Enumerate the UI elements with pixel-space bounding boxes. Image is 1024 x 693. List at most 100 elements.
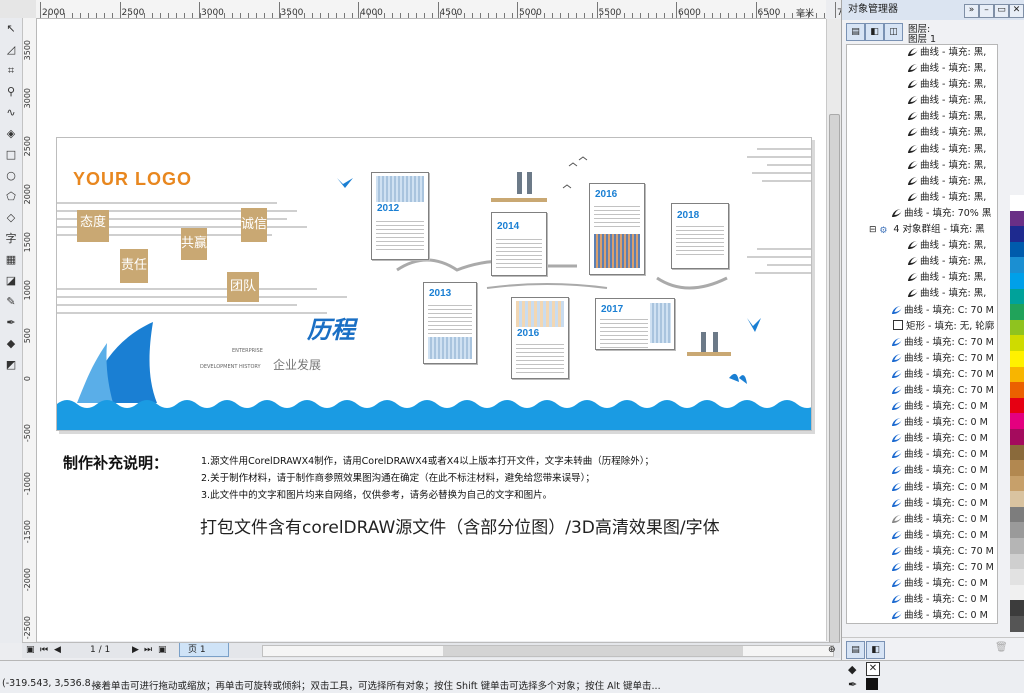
color-swatch[interactable]	[1010, 195, 1024, 211]
delete-icon[interactable]: 🗑	[995, 642, 1008, 653]
rectangle-tool-icon[interactable]: □	[3, 147, 19, 163]
color-swatch[interactable]	[1010, 475, 1024, 492]
color-swatch[interactable]	[1010, 522, 1024, 539]
color-swatch[interactable]	[1010, 444, 1024, 461]
pick-tool-icon[interactable]: ↖	[3, 21, 19, 37]
object-row[interactable]: 曲线 - 填充: 黑,	[847, 270, 997, 286]
object-row[interactable]: 曲线 - 填充: 黑,	[847, 174, 997, 190]
vertical-scrollbar[interactable]	[826, 19, 841, 646]
object-row[interactable]: 曲线 - 填充: C: 0 M	[847, 608, 997, 623]
eyedropper-tool-icon[interactable]: ✎	[3, 294, 19, 310]
first-page-button[interactable]: ⏮	[40, 643, 48, 658]
object-row[interactable]: 曲线 - 填充: 黑,	[847, 238, 997, 254]
object-row[interactable]: 曲线 - 填充: 黑,	[847, 61, 997, 77]
vertical-ruler[interactable]: 3500 3000 2500 2000 1500 1000 500 0 -500 -1000 -15…	[22, 18, 37, 643]
object-row[interactable]: 曲线 - 填充: C: 70 M	[847, 303, 997, 319]
object-row[interactable]: 曲线 - 填充: C: 0 M	[847, 512, 997, 528]
object-row[interactable]: 曲线 - 填充: C: 70 M	[847, 383, 997, 399]
color-swatch[interactable]	[1010, 584, 1024, 601]
object-row[interactable]: 曲线 - 填充: 黑,	[847, 125, 997, 141]
object-row[interactable]: 曲线 - 填充: 黑,	[847, 190, 997, 206]
color-swatch[interactable]	[1010, 397, 1024, 414]
color-swatch[interactable]	[1010, 538, 1024, 554]
object-row[interactable]: 曲线 - 填充: C: 70 M	[847, 351, 997, 367]
horizontal-scrollbar[interactable]	[262, 645, 834, 657]
color-swatch[interactable]	[1010, 616, 1024, 632]
color-swatch[interactable]	[1010, 553, 1024, 570]
object-row[interactable]: 曲线 - 填充: C: 70 M	[847, 544, 997, 560]
object-row[interactable]: 曲线 - 填充: 黑,	[847, 142, 997, 158]
object-row[interactable]: 曲线 - 填充: 黑,	[847, 158, 997, 174]
new-master-layer-icon[interactable]: ◧	[866, 641, 885, 659]
object-row[interactable]: 曲线 - 填充: 黑,	[847, 254, 997, 270]
new-layer-icon[interactable]: ▤	[846, 641, 865, 659]
horizontal-ruler[interactable]: 2000250030003500400045005000550060006500…	[36, 0, 860, 19]
polygon-tool-icon[interactable]: ⬠	[3, 189, 19, 205]
object-row[interactable]: 曲线 - 填充: C: 0 M	[847, 480, 997, 496]
object-row[interactable]: 曲线 - 填充: C: 0 M	[847, 431, 997, 447]
object-row[interactable]: 曲线 - 填充: 70% 黑	[847, 206, 997, 222]
color-swatch[interactable]	[1010, 491, 1024, 507]
color-swatch[interactable]	[1010, 366, 1024, 383]
color-swatch[interactable]	[1010, 319, 1024, 336]
docker-close-icon[interactable]: ✕	[1009, 4, 1024, 18]
object-row[interactable]: 曲线 - 填充: C: 70 M	[847, 335, 997, 351]
shape-tool-icon[interactable]: ◿	[3, 42, 19, 58]
outline-color-swatch[interactable]	[866, 678, 878, 690]
object-row[interactable]: 曲线 - 填充: 黑,	[847, 286, 997, 302]
outline-tool-icon[interactable]: ✒	[3, 315, 19, 331]
color-swatch[interactable]	[1010, 569, 1024, 585]
vertical-scroll-thumb[interactable]	[829, 114, 840, 646]
ruler-corner[interactable]	[0, 0, 36, 19]
page-tab[interactable]: 页 1	[179, 643, 229, 657]
color-swatch[interactable]	[1010, 226, 1024, 242]
table-tool-icon[interactable]: ▦	[3, 252, 19, 268]
layer-manager-icon[interactable]: ◫	[884, 23, 903, 41]
object-row[interactable]: 曲线 - 填充: C: 0 M	[847, 399, 997, 415]
object-row[interactable]: 曲线 - 填充: 黑,	[847, 109, 997, 125]
add-page-button[interactable]: ▣	[158, 643, 167, 658]
object-row[interactable]: 矩形 - 填充: 无, 轮廓	[847, 319, 997, 335]
color-swatch[interactable]	[1010, 335, 1024, 351]
object-row[interactable]: 曲线 - 填充: 黑,	[847, 45, 997, 61]
outline-indicator-icon[interactable]: ✒	[848, 678, 857, 691]
collapse-icon[interactable]: ⊟	[869, 225, 879, 235]
object-row[interactable]: 曲线 - 填充: C: 0 M	[847, 592, 997, 608]
color-swatch[interactable]	[1010, 382, 1024, 398]
object-row[interactable]: 曲线 - 填充: 黑,	[847, 93, 997, 109]
color-swatch[interactable]	[1010, 304, 1024, 320]
no-fill-swatch[interactable]: ✕	[866, 662, 880, 676]
show-properties-icon[interactable]: ▤	[846, 23, 865, 41]
object-list[interactable]: 曲线 - 填充: 黑, 曲线 - 填充: 黑, 曲线 - 填充: 黑, 曲线 - 填充…	[846, 44, 998, 624]
docker-restore-icon[interactable]: ▭	[994, 4, 1009, 18]
color-swatch[interactable]	[1010, 350, 1024, 367]
color-swatch[interactable]	[1010, 241, 1024, 258]
docker-expand-icon[interactable]: »	[964, 4, 979, 18]
zoom-icon[interactable]: ⊕	[828, 643, 836, 658]
docker-minimize-icon[interactable]: –	[979, 4, 994, 18]
text-tool-icon[interactable]: 字	[3, 231, 19, 247]
color-swatch[interactable]	[1010, 413, 1024, 429]
object-row[interactable]: 曲线 - 填充: C: 70 M	[847, 367, 997, 383]
object-row[interactable]: 曲线 - 填充: C: 0 M	[847, 576, 997, 592]
freehand-tool-icon[interactable]: ∿	[3, 105, 19, 121]
object-row[interactable]: 曲线 - 填充: C: 0 M	[847, 447, 997, 463]
interactive-tool-icon[interactable]: ◪	[3, 273, 19, 289]
color-swatch[interactable]	[1010, 257, 1024, 273]
color-swatch[interactable]	[1010, 428, 1024, 445]
object-row[interactable]: 曲线 - 填充: C: 70 M	[847, 560, 997, 576]
color-swatch[interactable]	[1010, 506, 1024, 523]
last-page-button[interactable]: ⏭	[144, 643, 152, 658]
artwork-board[interactable]: YOUR LOGO 态度 责任 共赢 诚信 团队 2012 2013 2014 …	[56, 137, 812, 431]
color-swatch[interactable]	[1010, 210, 1024, 227]
color-swatch[interactable]	[1010, 288, 1024, 305]
object-row[interactable]: 曲线 - 填充: C: 0 M	[847, 463, 997, 479]
fill-tool-icon[interactable]: ◆	[3, 336, 19, 352]
prev-page-button[interactable]: ◀	[54, 643, 61, 658]
color-swatch[interactable]	[1010, 460, 1024, 476]
zoom-tool-icon[interactable]: ⚲	[3, 84, 19, 100]
object-row[interactable]: 曲线 - 填充: C: 0 M	[847, 496, 997, 512]
object-group-row[interactable]: ⊟ ⚙ 4 对象群组 - 填充: 黑	[847, 222, 997, 238]
crop-tool-icon[interactable]: ⌗	[3, 63, 19, 79]
color-swatch[interactable]	[1010, 272, 1024, 289]
